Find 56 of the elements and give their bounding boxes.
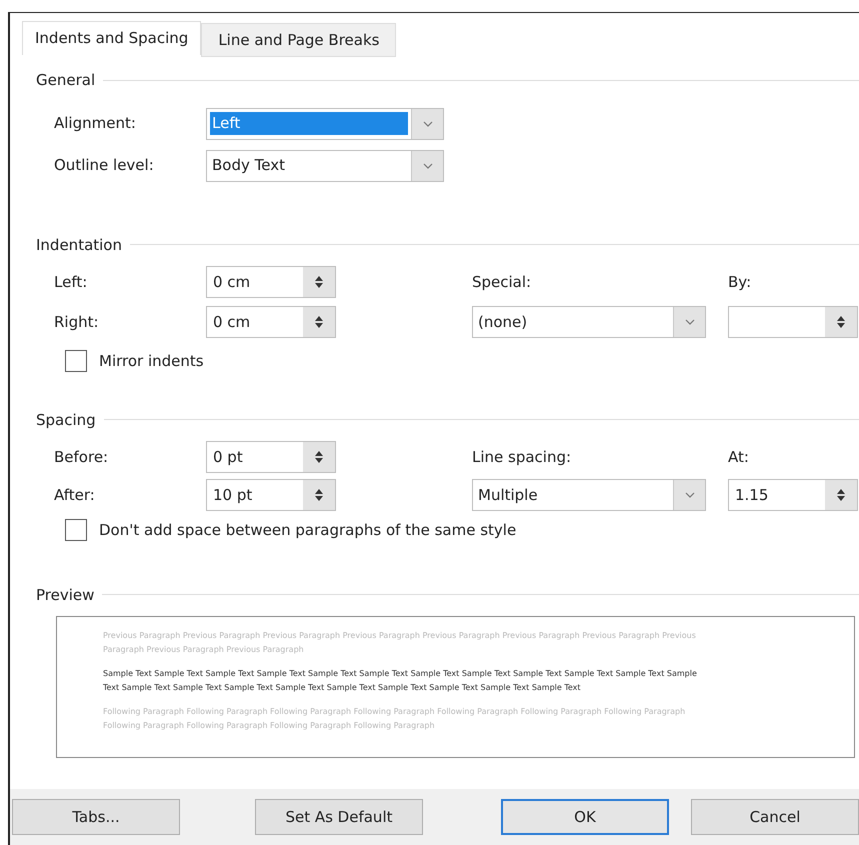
dialog-button[interactable]: OK xyxy=(500,799,669,835)
section-title: General xyxy=(36,70,96,91)
spin-arrows-icon xyxy=(314,488,324,502)
section-title: Spacing xyxy=(36,410,96,430)
spin-field[interactable]: 1.15 xyxy=(728,479,858,511)
spin-value: 1.15 xyxy=(735,484,768,506)
section-title: Preview xyxy=(36,584,94,606)
spin-field[interactable]: 10 pt xyxy=(206,479,336,511)
field-label: Left: xyxy=(54,272,88,293)
dropdown-value: Left xyxy=(210,112,408,135)
field-label: Alignment: xyxy=(54,113,137,134)
spin-value: 0 pt xyxy=(213,446,243,468)
dropdown-value: Body Text xyxy=(211,155,286,176)
spin-value: 0 cm xyxy=(213,272,250,293)
section-title: Indentation xyxy=(36,234,122,256)
dropdown-value: (none) xyxy=(477,312,528,333)
chevron-down-icon xyxy=(422,162,432,168)
field-label: By: xyxy=(728,272,752,293)
field-label: Before: xyxy=(54,446,110,468)
field-label: Outline level: xyxy=(54,155,155,176)
field-label: After: xyxy=(54,484,96,506)
spin-arrows-icon xyxy=(836,488,846,502)
chevron-down-icon xyxy=(684,492,694,498)
spin-value: 0 cm xyxy=(213,312,250,333)
checkbox[interactable] xyxy=(65,350,87,372)
chevron-down-icon xyxy=(684,319,694,325)
field-label: At: xyxy=(728,446,749,468)
spin-field[interactable] xyxy=(728,306,858,338)
preview-text: Following Paragraph Following Paragraph Following Paragraph Following Paragraph Following Paragraph Following Paragraph Following Paragraph Following Paragraph Following Paragraph Following Paragraph Following Paragraph xyxy=(103,706,686,732)
checkbox-label: Don't add space between paragraphs of the same style xyxy=(99,520,516,541)
dropdown[interactable]: Body Text xyxy=(206,150,444,182)
preview-text: Sample Text Sample Text Sample Text Sample Text Sample Text Sample Text Sample Text Sample Text Sample Text Sample Text Sample Text Sample Text Sample Text Sample Text Sample Text Sample Text Sample Text Sample Text Sample Text Sample Text Sample Text xyxy=(103,668,698,694)
spin-field[interactable]: 0 cm xyxy=(206,266,336,298)
dropdown[interactable]: (none) xyxy=(472,306,706,338)
dropdown[interactable]: Left xyxy=(206,108,444,140)
dialog-button[interactable]: Tabs... xyxy=(12,799,180,835)
field-label: Special: xyxy=(472,272,532,293)
spin-arrows-icon xyxy=(314,450,324,464)
spin-arrows-icon xyxy=(836,315,846,329)
chevron-down-icon xyxy=(422,120,432,126)
checkbox[interactable] xyxy=(65,519,87,542)
dialog-button[interactable]: Set As Default xyxy=(254,799,423,835)
spin-field[interactable]: 0 cm xyxy=(206,306,336,338)
spin-field[interactable]: 0 pt xyxy=(206,441,336,473)
dropdown-value: Multiple xyxy=(477,484,539,506)
spin-arrows-icon xyxy=(314,275,324,289)
field-label: Right: xyxy=(54,312,100,333)
tab[interactable]: Indents and Spacing xyxy=(22,21,202,55)
preview-text: Previous Paragraph Previous Paragraph Previous Paragraph Previous Paragraph Previous Paragraph Previous Paragraph Previous Paragraph Previous Paragraph Previous Paragraph Previous Paragraph xyxy=(103,630,697,656)
checkbox-label: Mirror indents xyxy=(99,351,204,372)
field-label: Line spacing: xyxy=(472,446,572,468)
spin-value: 10 pt xyxy=(213,484,252,506)
tab[interactable]: Line and Page Breaks xyxy=(201,23,396,57)
dialog-button[interactable]: Cancel xyxy=(691,799,859,835)
dropdown[interactable]: Multiple xyxy=(472,479,706,511)
spin-arrows-icon xyxy=(314,315,324,329)
